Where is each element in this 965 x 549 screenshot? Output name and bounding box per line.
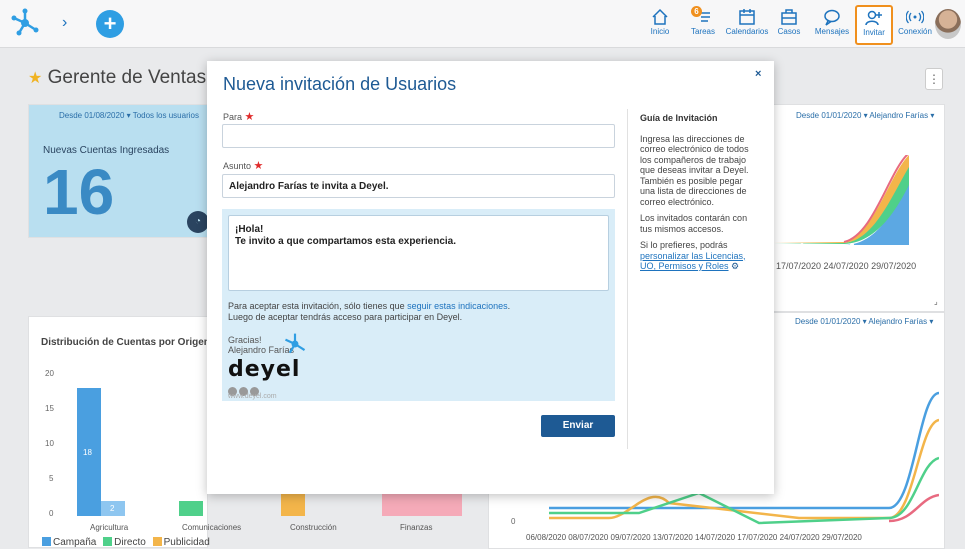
briefcase-icon <box>781 9 797 25</box>
accounts-by-origin-card: Distribución de Cuentas por Origen 20 15… <box>28 316 210 548</box>
category-label: Comunicaciones <box>182 523 242 532</box>
guide-paragraph: Los invitados contarán con tus mismos ac… <box>640 213 748 234</box>
category-label: Construcción <box>290 523 337 532</box>
divider <box>627 109 628 449</box>
message-panel: ¡Hola! Te invito a que compartamos esta … <box>222 209 615 401</box>
card-filter[interactable]: Desde 01/01/2020 ▾ Alejandro Farías ▾ <box>796 111 934 120</box>
customize-licenses-link[interactable]: personalizar las Licencias, UO, Permisos… <box>640 251 746 272</box>
required-icon: ★ <box>253 160 264 172</box>
bar-label: 18 <box>83 448 92 457</box>
nav-label: Invitar <box>863 28 885 37</box>
nav-label: Calendarios <box>725 27 769 36</box>
kpi-value: 16 <box>43 156 115 228</box>
deyel-logo-icon <box>285 333 306 354</box>
gear-icon[interactable]: ⚙ <box>731 261 739 271</box>
new-accounts-card: Desde 01/08/2020 ▾ Todos los usuarios Nu… <box>28 104 209 238</box>
nav-cases[interactable]: Casos <box>776 6 802 44</box>
nav-calendars[interactable]: Calendarios <box>724 6 770 44</box>
chevron-right-icon[interactable]: › <box>62 14 67 32</box>
nav-label: Casos <box>777 27 801 36</box>
add-button[interactable]: + <box>96 10 124 38</box>
tasks-count-badge: 6 <box>691 6 702 17</box>
to-label: Para ★ <box>223 111 255 123</box>
invite-user-icon <box>865 10 882 26</box>
send-button[interactable]: Enviar <box>541 415 615 437</box>
legend-swatch <box>42 537 51 546</box>
calendar-icon <box>739 9 755 25</box>
subject-field[interactable]: Alejandro Farías te invita a Deyel. <box>222 174 615 198</box>
chart-legend: Campaña Directo Publicidad <box>42 537 210 548</box>
bar[interactable]: 2 <box>101 501 125 516</box>
nav-label: Mensajes <box>814 27 850 36</box>
bar[interactable] <box>179 501 203 516</box>
y-tick: 0 <box>511 517 516 526</box>
avatar[interactable] <box>935 9 961 39</box>
accept-instructions: Para aceptar esta invitación, sólo tiene… <box>228 301 511 322</box>
top-bar: › + Inicio Tareas 6 Calendarios Casos Me… <box>0 0 965 48</box>
y-tick: 20 <box>45 369 54 378</box>
y-tick: 10 <box>45 439 54 448</box>
message-textarea[interactable]: ¡Hola! Te invito a que compartamos esta … <box>228 215 609 291</box>
home-icon <box>652 8 668 25</box>
area-chart <box>774 155 909 247</box>
gauge-icon: ◔ <box>187 211 209 233</box>
category-label: Finanzas <box>400 523 433 532</box>
subject-label: Asunto ★ <box>223 160 264 172</box>
nav-label: Inicio <box>650 27 670 36</box>
bar[interactable] <box>281 494 305 516</box>
category-label: Agricultura <box>90 523 129 532</box>
brand-wordmark: deyel <box>228 357 301 382</box>
nav-label: Tareas <box>690 27 715 36</box>
y-tick: 15 <box>45 404 54 413</box>
guide-paragraph: Si lo prefieres, podrás personalizar las… <box>640 240 746 272</box>
y-tick: 5 <box>49 474 54 483</box>
legend-swatch <box>152 537 162 546</box>
nav-invite[interactable]: Invitar <box>855 5 893 45</box>
bar[interactable] <box>382 494 462 516</box>
nav-connection[interactable]: Conexión <box>897 6 933 44</box>
resize-handle-icon[interactable]: ⌟ <box>934 297 938 306</box>
x-axis-dates: 17/07/2020 24/07/2020 29/07/2020 <box>776 261 917 271</box>
card-filter[interactable]: Desde 01/08/2020 ▾ Todos los usuarios <box>59 111 199 120</box>
card-filter[interactable]: Desde 01/01/2020 ▾ Alejandro Farías ▾ <box>795 317 933 326</box>
guide-title: Guía de Invitación <box>640 113 718 123</box>
more-options-button[interactable]: ⋮ <box>925 68 943 90</box>
timeline-card-top: Desde 01/01/2020 ▾ Alejandro Farías ▾ 17… <box>773 104 945 312</box>
chat-icon <box>824 9 840 26</box>
x-axis-dates: 06/08/2020 08/07/2020 09/07/2020 13/07/2… <box>526 533 862 542</box>
modal-title: Nueva invitación de Usuarios <box>223 74 457 94</box>
nav-label: Conexión <box>898 27 932 36</box>
legend-swatch <box>103 537 113 546</box>
site-url: www.deyel.com <box>228 393 277 400</box>
y-tick: 0 <box>49 509 54 518</box>
invitation-guide: Guía de Invitación Ingresa las direccion… <box>640 113 760 278</box>
nav-messages[interactable]: Mensajes <box>812 6 852 44</box>
bar[interactable]: 18 <box>77 388 101 516</box>
connection-icon <box>906 10 924 24</box>
to-field[interactable] <box>222 124 615 148</box>
bar-label: 2 <box>110 504 115 513</box>
guide-paragraph: Ingresa las direcciones de correo electr… <box>640 133 749 207</box>
close-icon[interactable]: × <box>755 68 761 80</box>
nav-home[interactable]: Inicio <box>645 6 675 44</box>
instructions-link[interactable]: seguir estas indicaciones <box>407 301 508 311</box>
required-icon: ★ <box>244 111 255 123</box>
invite-users-modal: Nueva invitación de Usuarios × Para ★ As… <box>207 61 774 494</box>
deyel-logo-icon[interactable] <box>10 8 40 38</box>
star-icon[interactable]: ★ <box>28 70 42 87</box>
card-title: Distribución de Cuentas por Origen <box>41 337 210 348</box>
page-title[interactable]: ★ Gerente de Ventas ⌄ <box>28 67 222 89</box>
